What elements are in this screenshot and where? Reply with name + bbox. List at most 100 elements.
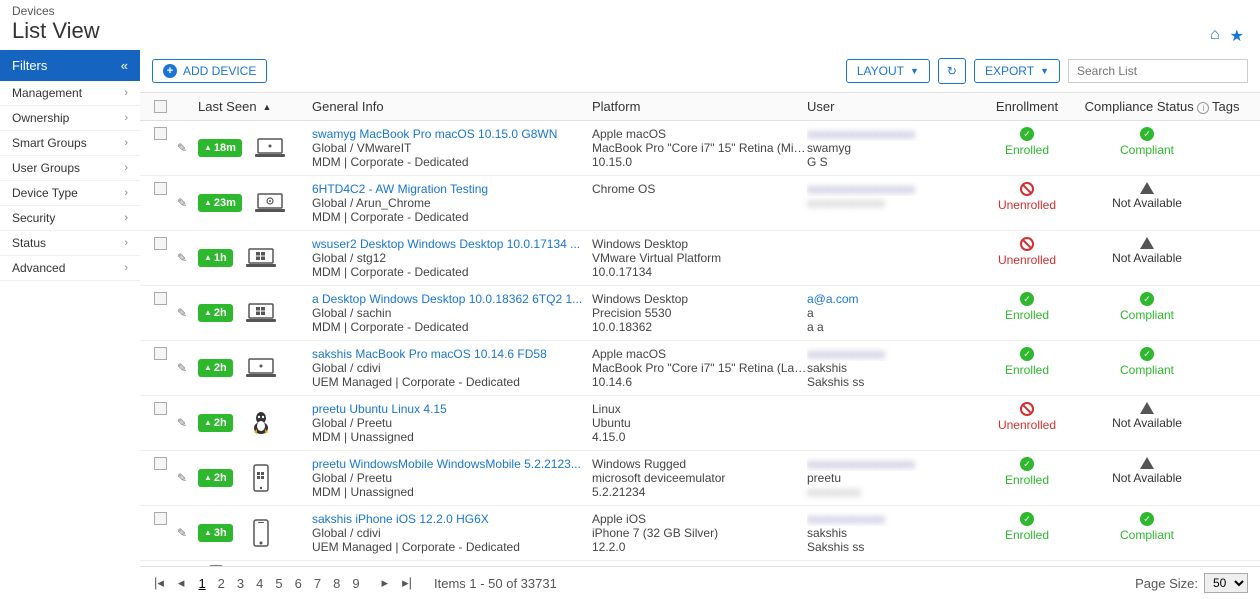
table-row[interactable]: ✎▲2hpreetu Ubuntu Linux 4.15Global / Pre… [140,396,1260,451]
page-number[interactable]: 1 [196,576,207,591]
add-device-button[interactable]: + ADD DEVICE [152,59,267,83]
chevron-right-icon: › [124,187,128,199]
table-row[interactable]: ✎▲2hpreetu WindowsMobile WindowsMobile 5… [140,451,1260,506]
row-checkbox[interactable] [154,127,167,140]
breadcrumb: Devices [12,4,1248,18]
last-seen-badge: ▲2h [198,359,233,377]
sidebar-item-management[interactable]: Management› [0,81,140,106]
sidebar-item-smart-groups[interactable]: Smart Groups› [0,131,140,156]
device-name-link[interactable]: wsuser2 Desktop Windows Desktop 10.0.171… [312,237,592,251]
col-compliance[interactable]: Compliance Status i [1082,99,1212,114]
home-icon[interactable]: ⌂ [1210,26,1220,46]
row-checkbox[interactable] [154,237,167,250]
row-checkbox[interactable] [154,347,167,360]
device-type-icon [243,301,279,325]
edit-icon[interactable]: ✎ [177,141,187,155]
last-seen-badge: ▲2h [198,304,233,322]
user-email: xxxxxxxxxxxxxxxxxx [807,127,972,141]
chevron-right-icon: › [124,87,128,99]
sidebar-item-status[interactable]: Status› [0,231,140,256]
compliance-status: Not Available [1082,402,1212,430]
pager: |◂ ◂ 123456789 ▸ ▸| Items 1 - 50 of 3373… [152,575,557,591]
sidebar-item-user-groups[interactable]: User Groups› [0,156,140,181]
prev-page-button[interactable]: ◂ [176,575,187,591]
info-icon[interactable]: i [1197,102,1209,114]
sidebar-item-device-type[interactable]: Device Type› [0,181,140,206]
sidebar-item-security[interactable]: Security› [0,206,140,231]
refresh-button[interactable]: ↻ [938,58,966,84]
table-row[interactable]: ✎▲1hwsuser2 Desktop Windows Desktop 10.0… [140,231,1260,286]
col-enrollment[interactable]: Enrollment [972,99,1082,114]
row-checkbox[interactable] [154,292,167,305]
star-icon[interactable]: ★ [1230,26,1244,46]
device-name-link[interactable]: preetu Ubuntu Linux 4.15 [312,402,592,416]
layout-button[interactable]: LAYOUT ▼ [846,59,930,83]
col-general-info[interactable]: General Info [312,99,592,114]
edit-icon[interactable]: ✎ [177,361,187,375]
table-row[interactable]: ✎ ▲2h sakshis MacBook Pro macOS 10.14.6 FD… [140,341,1260,396]
enrollment-status: Unenrolled [972,182,1082,212]
page-number[interactable]: 5 [273,576,284,591]
compliance-status: Not Available [1082,182,1212,210]
col-tags[interactable]: Tags [1212,99,1260,114]
select-all-checkbox[interactable] [154,100,167,113]
device-name-link[interactable]: preetu WindowsMobile WindowsMobile 5.2.2… [312,457,592,471]
edit-icon[interactable]: ✎ [177,251,187,265]
page-number[interactable]: 6 [293,576,304,591]
table-row[interactable]: ✎ ▲2h a Desktop Windows Desktop 10.0.18362… [140,286,1260,341]
filters-header[interactable]: Filters « [0,50,140,81]
device-type-icon [243,466,279,490]
col-last-seen[interactable]: Last Seen ▲ [192,99,312,114]
sidebar-item-ownership[interactable]: Ownership› [0,106,140,131]
export-button[interactable]: EXPORT ▼ [974,59,1060,83]
user-email: xxxxxxxxxxxxx [807,347,972,361]
device-name-link[interactable]: 6HTD4C2 - AW Migration Testing [312,182,592,196]
plus-circle-icon: + [163,64,177,78]
compliance-status: Not Available [1082,457,1212,485]
search-input[interactable] [1068,59,1248,83]
chevron-right-icon: › [124,162,128,174]
enrollment-status: ✓Enrolled [972,292,1082,322]
table-row[interactable]: ✎ ▲18m swamyg MacBook Pro macOS 10.15.0 G8… [140,121,1260,176]
page-number[interactable]: 4 [254,576,265,591]
device-name-link[interactable]: sakshis MacBook Pro macOS 10.14.6 FD58 [312,347,592,361]
last-seen-badge: ▲2h [198,414,233,432]
sidebar-item-advanced[interactable]: Advanced› [0,256,140,281]
edit-icon[interactable]: ✎ [177,526,187,540]
last-page-button[interactable]: ▸| [400,575,414,591]
chevron-right-icon: › [124,112,128,124]
enrollment-status: ✓Enrolled [972,127,1082,157]
page-number[interactable]: 3 [235,576,246,591]
edit-icon[interactable]: ✎ [177,196,187,210]
col-user[interactable]: User [807,99,972,114]
row-checkbox[interactable] [154,457,167,470]
row-checkbox[interactable] [154,182,167,195]
page-number[interactable]: 2 [216,576,227,591]
table-row[interactable]: ✎▲23m6HTD4C2 - AW Migration TestingGloba… [140,176,1260,231]
device-name-link[interactable]: sakshis iPhone iOS 12.2.0 HG6X [312,512,592,526]
table-row[interactable]: ✎▲3hsakshis iPhone iOS 12.2.0 HG6XGlobal… [140,506,1260,561]
device-type-icon [252,136,288,160]
row-checkbox[interactable] [154,512,167,525]
edit-icon[interactable]: ✎ [177,416,187,430]
device-name-link[interactable]: a Desktop Windows Desktop 10.0.18362 6TQ… [312,292,592,306]
last-seen-badge: ▲18m [198,139,242,157]
edit-icon[interactable]: ✎ [177,306,187,320]
items-count-label: Items 1 - 50 of 33731 [434,576,557,591]
add-device-label: ADD DEVICE [183,64,256,78]
layout-label: LAYOUT [857,64,904,78]
collapse-icon[interactable]: « [121,58,128,73]
page-number[interactable]: 7 [312,576,323,591]
page-number[interactable]: 9 [350,576,361,591]
enrollment-status: ✓Enrolled [972,457,1082,487]
next-page-button[interactable]: ▸ [380,575,391,591]
device-name-link[interactable]: swamyg MacBook Pro macOS 10.15.0 G8WN [312,127,592,141]
page-number[interactable]: 8 [331,576,342,591]
edit-icon[interactable]: ✎ [177,471,187,485]
row-checkbox[interactable] [154,402,167,415]
page-size-select[interactable]: 50 [1204,573,1248,593]
chevron-right-icon: › [124,237,128,249]
user-email[interactable]: a@a.com [807,292,972,306]
col-platform[interactable]: Platform [592,99,807,114]
first-page-button[interactable]: |◂ [152,575,166,591]
